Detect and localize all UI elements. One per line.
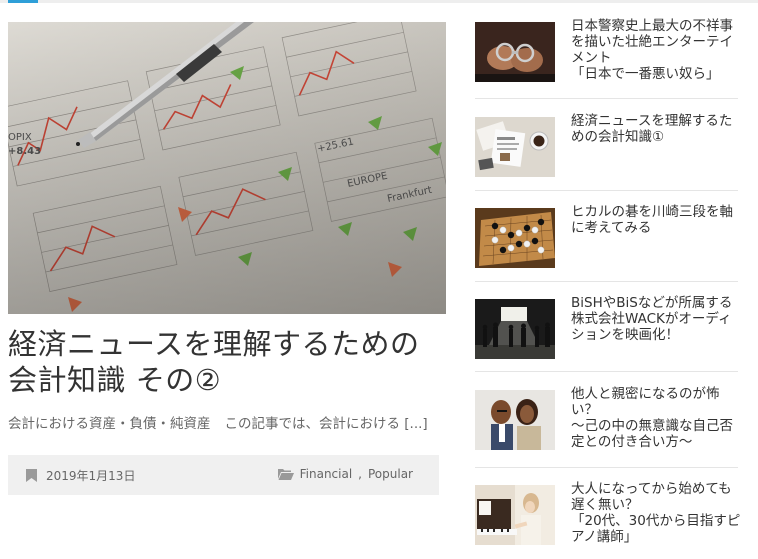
- active-tab-indicator: [8, 0, 38, 3]
- sidebar-post-thumbnail[interactable]: [475, 485, 555, 545]
- post-date: 2019年1月13日: [26, 467, 135, 484]
- excerpt-lead: 会計における資産・負債・純資産: [8, 416, 211, 432]
- sidebar-post-item[interactable]: BiSHやBiSなどが所属する株式会社WACKがオーディションを映画化！: [475, 295, 738, 372]
- sidebar-post-thumbnail[interactable]: [475, 208, 555, 268]
- financial-newspaper-with-pen-image: OPIX+8.43 +25.61 EUROPE Frankfurt: [8, 22, 446, 314]
- article-title[interactable]: 経済ニュースを理解するための会計知識 その②: [8, 326, 448, 398]
- sidebar-post-thumbnail[interactable]: [475, 390, 555, 450]
- sidebar-post-title[interactable]: 他人と親密になるのが怖い？ 〜己の中の無意識な自己否定との付き合い方〜: [571, 386, 741, 450]
- post-categories: Financial, Popular: [277, 467, 413, 481]
- sidebar-post-thumbnail[interactable]: [475, 22, 555, 82]
- sidebar-post-title[interactable]: 日本警察史上最大の不祥事を描いた壮絶エンターテイメント 「日本で一番悪い奴ら」: [571, 18, 741, 82]
- couple-image: [475, 390, 555, 450]
- sidebar-post-thumbnail[interactable]: [475, 299, 555, 359]
- sidebar-post-item[interactable]: 日本警察史上最大の不祥事を描いた壮絶エンターテイメント 「日本で一番悪い奴ら」: [475, 18, 738, 99]
- sidebar-post-item[interactable]: ヒカルの碁を川崎三段を軸に考えてみる: [475, 204, 738, 282]
- folders-icon: [277, 468, 294, 480]
- category-separator: ,: [358, 467, 362, 481]
- bookmark-icon: [26, 469, 37, 482]
- excerpt-body: この記事では、会計における [...]: [224, 416, 428, 432]
- piano-player-image: [475, 485, 555, 545]
- sidebar-post-item[interactable]: 経済ニュースを理解するための会計知識①: [475, 113, 738, 191]
- category-link-popular[interactable]: Popular: [368, 467, 413, 481]
- sidebar-post-item[interactable]: 大人になってから始めても遅く無い？ 「20代、30代から目指すピアノ講師」: [475, 481, 740, 559]
- article-featured-image[interactable]: OPIX+8.43 +25.61 EUROPE Frankfurt: [8, 22, 446, 314]
- article-excerpt: 会計における資産・負債・純資産 この記事では、会計における [...]: [8, 414, 448, 434]
- sidebar-post-title[interactable]: 経済ニュースを理解するための会計知識①: [571, 113, 741, 145]
- post-date-text: 2019年1月13日: [46, 469, 136, 483]
- sidebar-post-thumbnail[interactable]: [475, 117, 555, 177]
- sidebar-post-title[interactable]: ヒカルの碁を川崎三段を軸に考えてみる: [571, 204, 741, 236]
- coffee-and-papers-image: [475, 117, 555, 177]
- category-link-financial[interactable]: Financial: [300, 467, 353, 481]
- handcuffs-image: [475, 22, 555, 82]
- top-divider: [0, 0, 758, 3]
- stage-audition-image: [475, 299, 555, 359]
- go-board-image: [475, 208, 555, 268]
- article-meta-bar: 2019年1月13日 Financial, Popular: [8, 455, 439, 495]
- sidebar-post-title[interactable]: 大人になってから始めても遅く無い？ 「20代、30代から目指すピアノ講師」: [571, 481, 741, 545]
- sidebar-post-title[interactable]: BiSHやBiSなどが所属する株式会社WACKがオーディションを映画化！: [571, 295, 741, 343]
- sidebar-post-item[interactable]: 他人と親密になるのが怖い？ 〜己の中の無意識な自己否定との付き合い方〜: [475, 386, 738, 468]
